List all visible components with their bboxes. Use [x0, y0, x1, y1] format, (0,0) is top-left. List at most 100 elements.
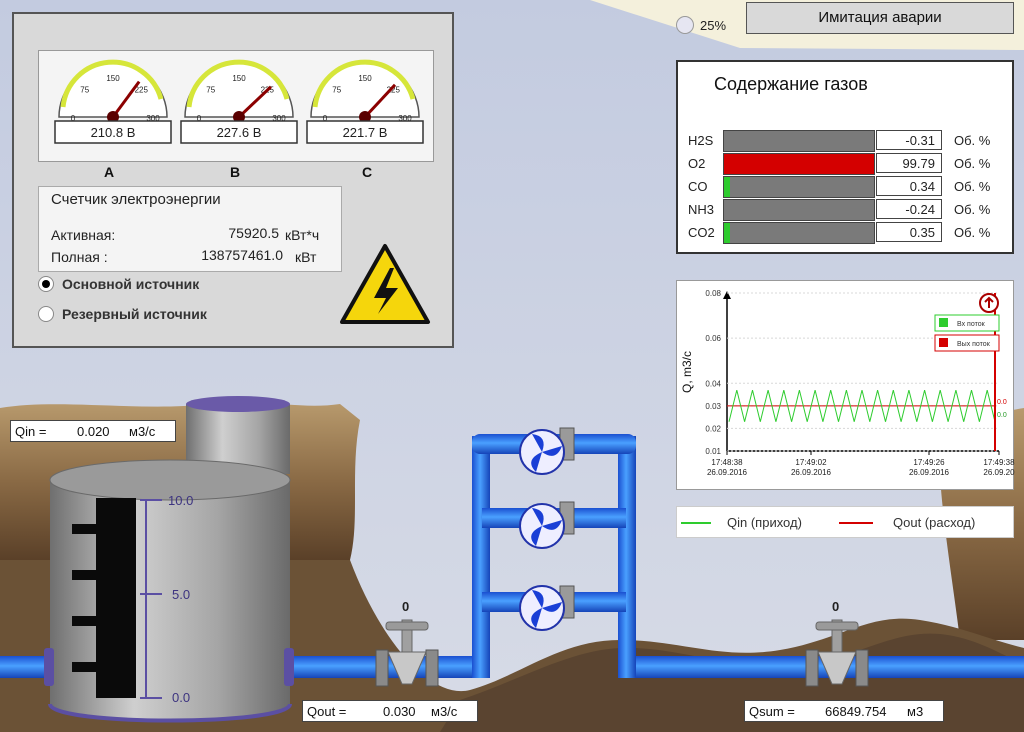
full-power-label: Полная : [51, 249, 108, 265]
chart-x-tick-time: 17:49:26 [913, 458, 945, 467]
active-energy-value: 75920.5 [228, 225, 279, 241]
voltmeter-tick-label: 75 [206, 86, 215, 95]
electrical-panel: 075150225300210.8 В075150225300227.6 В07… [12, 12, 454, 348]
chart-x-tick-date: 26.09.2016 [791, 468, 832, 477]
tank-scale-10: 10.0 [168, 493, 193, 508]
reserve-source-label: Резервный источник [62, 306, 207, 322]
legend-qout-swatch [839, 522, 873, 524]
voltmeter-reading: 210.8 В [91, 125, 136, 140]
qout-readout: Qout = 0.030 м3/с [302, 700, 478, 722]
gas-value: 0.34 [876, 176, 942, 196]
chart-y-arrow-icon [723, 291, 731, 299]
tank-tower-cap [186, 396, 290, 412]
gas-name: CO2 [688, 225, 715, 240]
reserve-source-radio[interactable]: Резервный источник [38, 306, 207, 322]
chart-y-axis-label: Q, m3/c [680, 351, 694, 393]
chart-legend-item: Вых поток [934, 334, 1000, 352]
chart-right-value: 0.0 [997, 412, 1007, 419]
chart-y-tick-label: 0.03 [705, 402, 721, 411]
progress-percent: 25% [700, 17, 727, 33]
gas-level-bar [723, 176, 875, 198]
active-energy-unit: кВт*ч [285, 227, 320, 243]
chart-x-tick-time: 17:49:02 [795, 458, 827, 467]
chart-x-tick-date: 26.09.2016 [707, 468, 748, 477]
progress-indicator: 25% [676, 16, 726, 34]
chart-y-tick-label: 0.04 [705, 379, 721, 388]
full-power-value: 138757461.0 [201, 247, 283, 263]
voltmeter-tick-label: 150 [358, 74, 372, 83]
simulate-alarm-button[interactable]: Имитация аварии [746, 2, 1014, 34]
voltmeter-a: 075150225300210.8 В [54, 59, 172, 144]
qout-unit: м3/с [431, 704, 458, 719]
gas-row-nh3: NH3 -0.24 Об. % [688, 199, 1008, 221]
chart-x-tick-time: 17:49:38 [983, 458, 1015, 467]
chart-y-tick-label: 0.08 [705, 289, 721, 298]
gas-name: NH3 [688, 202, 715, 217]
energy-meter: Счетчик электроэнергии Активная: 75920.5… [38, 186, 342, 272]
legend-qout-label: Qout (расход) [893, 515, 976, 530]
chart-x-tick-time: 17:48:38 [711, 458, 743, 467]
gas-unit: Об. % [954, 202, 991, 217]
tank-scale-5: 5.0 [172, 587, 190, 602]
tank-outlet-flange [284, 648, 294, 686]
qsum-value: 66849.754 [825, 704, 887, 719]
phase-label-c: C [362, 164, 373, 180]
voltmeter-b: 075150225300227.6 В [180, 59, 298, 144]
voltmeter-c: 075150225300221.7 В [306, 59, 424, 144]
gas-level-bar [723, 153, 875, 175]
chart-legend-swatch [939, 318, 948, 327]
active-energy-label: Активная: [51, 227, 116, 243]
full-power-unit: кВт [295, 249, 317, 265]
voltmeter-tick-label: 150 [232, 74, 246, 83]
gas-unit: Об. % [954, 156, 991, 171]
tank-rung-1 [72, 524, 112, 534]
gas-row-h2s: H2S -0.31 Об. % [688, 130, 1008, 152]
flow-chart-panel: 0.08 0.06 0.04 0.03 0.02 0.01 Q, m3/c 17:48:38 2… [676, 280, 1015, 490]
tank-rung-4 [72, 662, 112, 672]
gas-level-bar [723, 199, 875, 221]
gas-level-fill [724, 154, 874, 174]
tank-inlet-flange [44, 648, 54, 686]
gas-content-panel: Содержание газов H2S -0.31 Об. % O2 99.79… [676, 60, 1014, 254]
tank-body [50, 480, 290, 721]
gas-value: 0.35 [876, 222, 942, 242]
gas-value: 99.79 [876, 153, 942, 173]
pipe-riser-left [472, 436, 490, 678]
voltmeter-tick-label: 75 [80, 86, 89, 95]
gas-unit: Об. % [954, 225, 991, 240]
chart-legend-label: Вых поток [957, 341, 991, 348]
phase-label-a: A [104, 164, 115, 180]
gas-value: -0.24 [876, 199, 942, 219]
qsum-unit: м3 [907, 704, 924, 719]
main-source-label: Основной источник [62, 276, 200, 292]
chart-legend-item: Вх поток [934, 314, 1000, 332]
radio-unselected-icon [38, 306, 54, 322]
gas-unit: Об. % [954, 179, 991, 194]
gas-unit: Об. % [954, 133, 991, 148]
gas-level-fill [724, 223, 730, 243]
main-source-radio[interactable]: Основной источник [38, 276, 199, 292]
chart-y-tick-label: 0.02 [705, 424, 721, 433]
voltmeters: 075150225300210.8 В075150225300227.6 В07… [54, 59, 424, 144]
tank-scale-0: 0.0 [172, 690, 190, 705]
gas-row-co: CO 0.34 Об. % [688, 176, 1008, 198]
gas-panel-title: Содержание газов [714, 74, 868, 94]
tank-rung-2 [72, 570, 112, 580]
gas-level-bar [723, 130, 875, 152]
voltmeter-reading: 227.6 В [217, 125, 262, 140]
phase-labels: A B C [14, 164, 456, 184]
valve-outlet-state: 0 [402, 599, 409, 614]
pipe-riser-right [618, 436, 636, 678]
gas-row-o2: O2 99.79 Об. % [688, 153, 1008, 175]
phase-label-b: B [230, 164, 241, 180]
legend-qin-label: Qin (приход) [727, 515, 802, 530]
voltmeter-tick-label: 150 [106, 74, 120, 83]
gas-row-co2: CO2 0.35 Об. % [688, 222, 1008, 244]
chart-legend-label: Вх поток [957, 321, 986, 328]
chart-x-tick-date: 26.09.2016 [909, 468, 950, 477]
gas-level-fill [724, 177, 730, 197]
legend-qin-swatch [681, 522, 711, 524]
radio-selected-icon [38, 276, 54, 292]
chart-right-value: 0.0 [997, 399, 1007, 406]
chart-legend-swatch [939, 338, 948, 347]
